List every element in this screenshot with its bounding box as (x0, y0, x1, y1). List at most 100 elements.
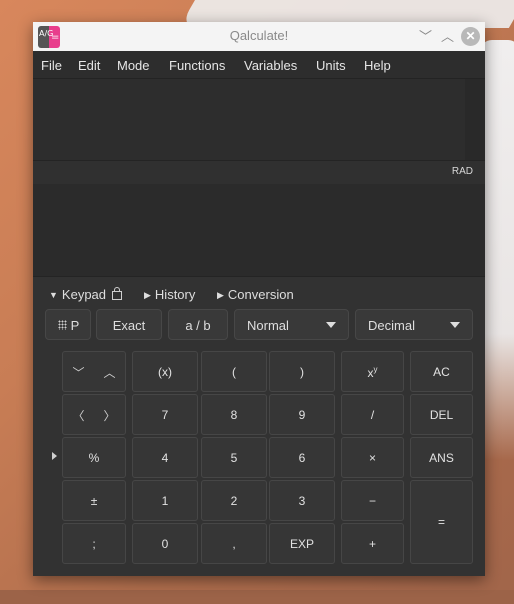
close-button[interactable]: ✕ (461, 27, 480, 46)
background-floor (0, 590, 514, 604)
maximize-button[interactable]: ︿ (438, 27, 457, 46)
plus-label: + (368, 537, 376, 551)
chevron-up-icon: ︿ (103, 366, 116, 380)
equals-label: = (437, 515, 445, 529)
answer-label: ANS (429, 451, 454, 465)
menu-help[interactable]: Help (364, 58, 391, 73)
delete-button[interactable]: DEL (410, 394, 473, 435)
exp-label: EXP (289, 537, 314, 551)
status-bar: RAD (33, 160, 485, 185)
digit-1-button[interactable]: 1 (132, 480, 198, 521)
digit-9-label: 9 (298, 408, 306, 422)
chevron-right-icon: 〉 (103, 409, 116, 423)
programming-keypad-label: P (70, 318, 80, 333)
keypad-expander[interactable]: ▼ Keypad (49, 287, 123, 302)
digit-8-button[interactable]: 8 (201, 394, 267, 435)
background-shape-right (480, 40, 514, 460)
angle-unit-indicator[interactable]: RAD (452, 166, 473, 177)
mode-select[interactable]: Normal (234, 309, 349, 340)
dropdown-caret-icon (450, 322, 460, 328)
digit-7-button[interactable]: 7 (132, 394, 198, 435)
menu-units[interactable]: Units (316, 58, 346, 73)
menu-variables[interactable]: Variables (244, 58, 297, 73)
history-down-button[interactable]: ﹀ (63, 352, 94, 391)
power-label: xy (342, 365, 403, 380)
qalculate-window: A/G = Qalculate! ﹀ ︿ ✕ File Edit Mode Fu… (33, 22, 485, 576)
expression-input[interactable] (33, 78, 485, 161)
power-button[interactable]: xy (341, 351, 404, 392)
menu-bar: File Edit Mode Functions Variables Units… (33, 51, 485, 78)
exp-button[interactable]: EXP (269, 523, 335, 564)
menu-mode[interactable]: Mode (117, 58, 150, 73)
digit-7-label: 7 (161, 408, 169, 422)
divide-label: / (370, 408, 375, 422)
expanded-triangle-icon: ▼ (49, 290, 58, 300)
menu-functions[interactable]: Functions (169, 58, 225, 73)
answer-button[interactable]: ANS (410, 437, 473, 478)
expression-scrollbar[interactable] (465, 79, 485, 161)
digit-3-button[interactable]: 3 (269, 480, 335, 521)
keypad-expander-label: Keypad (61, 287, 107, 302)
paren-x-button[interactable]: (x) (132, 351, 198, 392)
history-expander[interactable]: ▶ History (144, 287, 195, 302)
left-panel-expand-icon[interactable] (52, 452, 57, 460)
plus-button[interactable]: + (341, 523, 404, 564)
all-clear-button[interactable]: AC (410, 351, 473, 392)
chevron-left-icon: 〈 (72, 409, 85, 423)
history-expander-label: History (154, 287, 196, 302)
programming-keypad-button[interactable]: P (45, 309, 91, 340)
history-navigation-buttons: ﹀ ︿ (62, 351, 126, 392)
equals-button[interactable]: = (410, 480, 473, 564)
keypad-section: ▼ Keypad ▶ History ▶ Conversion P Exact a /… (33, 277, 485, 576)
open-paren-button[interactable]: ( (201, 351, 267, 392)
history-up-button[interactable]: ︿ (94, 352, 125, 391)
cursor-left-button[interactable]: 〈 (63, 395, 94, 434)
titlebar[interactable]: A/G = Qalculate! ﹀ ︿ ✕ (33, 22, 485, 51)
base-select[interactable]: Decimal (355, 309, 473, 340)
menu-edit[interactable]: Edit (78, 58, 100, 73)
open-paren-label: ( (232, 365, 236, 379)
result-display (33, 184, 485, 277)
chevron-down-icon: ﹀ (72, 366, 85, 380)
semicolon-label: ; (92, 537, 96, 551)
digit-4-button[interactable]: 4 (132, 437, 198, 478)
cursor-right-button[interactable]: 〉 (94, 395, 125, 434)
minimize-button[interactable]: ﹀ (416, 27, 435, 46)
collapsed-triangle-icon: ▶ (217, 290, 224, 300)
plus-minus-label: ± (90, 494, 98, 508)
cursor-navigation-buttons: 〈 〉 (62, 394, 126, 435)
minus-button[interactable]: − (341, 480, 404, 521)
digit-1-label: 1 (161, 494, 169, 508)
percent-button[interactable]: % (62, 437, 126, 478)
exact-toggle-button[interactable]: Exact (96, 309, 162, 340)
paren-x-label: (x) (158, 365, 172, 379)
digit-3-label: 3 (298, 494, 306, 508)
semicolon-button[interactable]: ; (62, 523, 126, 564)
digit-9-button[interactable]: 9 (269, 394, 335, 435)
digit-2-label: 2 (230, 494, 238, 508)
minus-label: − (368, 494, 376, 508)
fraction-label: a / b (185, 318, 211, 333)
lock-icon[interactable] (112, 287, 123, 300)
all-clear-label: AC (433, 365, 450, 379)
close-paren-button[interactable]: ) (269, 351, 335, 392)
divide-button[interactable]: / (341, 394, 404, 435)
collapsed-triangle-icon: ▶ (144, 290, 151, 300)
dropdown-caret-icon (326, 322, 336, 328)
digit-6-button[interactable]: 6 (269, 437, 335, 478)
close-paren-label: ) (300, 365, 304, 379)
plus-minus-button[interactable]: ± (62, 480, 126, 521)
digit-0-label: 0 (161, 537, 169, 551)
conversion-expander[interactable]: ▶ Conversion (217, 287, 294, 302)
delete-label: DEL (429, 408, 454, 422)
menu-file[interactable]: File (41, 58, 62, 73)
multiply-label: × (368, 451, 376, 465)
digit-2-button[interactable]: 2 (201, 480, 267, 521)
digit-5-button[interactable]: 5 (201, 437, 267, 478)
decimal-separator-button[interactable]: , (201, 523, 267, 564)
multiply-button[interactable]: × (341, 437, 404, 478)
digit-8-label: 8 (230, 408, 238, 422)
fraction-toggle-button[interactable]: a / b (168, 309, 228, 340)
conversion-expander-label: Conversion (227, 287, 294, 302)
digit-0-button[interactable]: 0 (132, 523, 198, 564)
